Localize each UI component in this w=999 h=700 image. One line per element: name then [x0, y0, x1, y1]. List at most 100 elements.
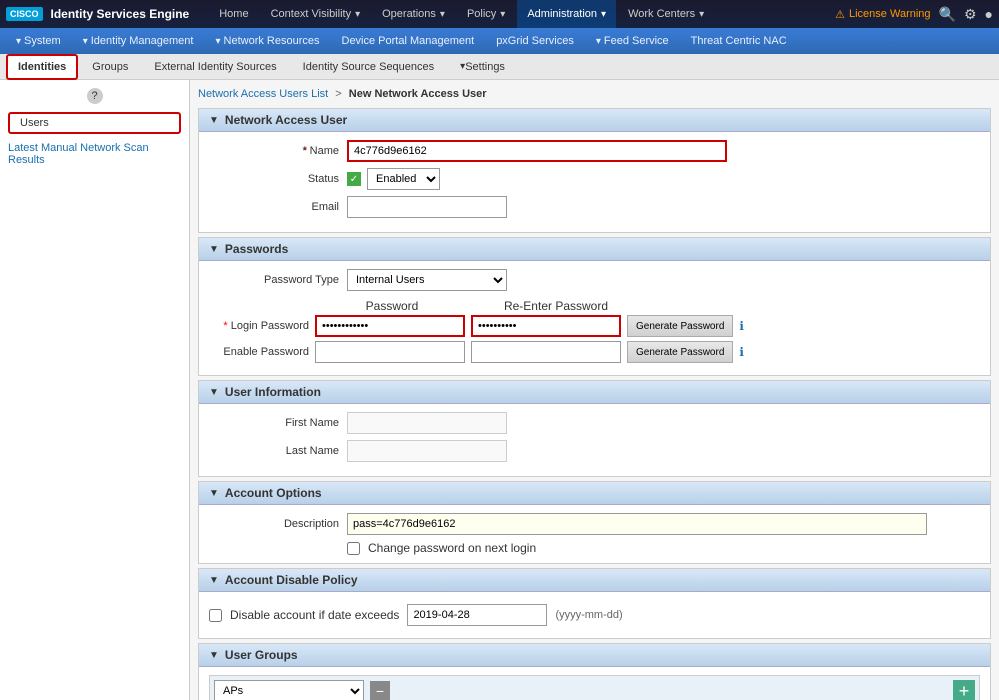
nav-item-administration[interactable]: Administration ▾ [517, 0, 616, 28]
user-groups-title: User Groups [225, 648, 298, 662]
login-password-row: * Login Password Generate Password ℹ [209, 315, 980, 337]
description-label: Description [209, 518, 339, 530]
account-disable-policy-header[interactable]: ▼ Account Disable Policy [199, 569, 990, 592]
account-options-header[interactable]: ▼ Account Options [199, 482, 990, 505]
top-navigation: CISCO Identity Services Engine Home Cont… [0, 0, 999, 28]
change-password-checkbox[interactable] [347, 542, 360, 555]
gear-icon[interactable]: ⚙ [964, 6, 977, 23]
name-label: * * Name [209, 145, 339, 157]
user-groups-collapse-icon: ▼ [209, 650, 219, 661]
nav-item-work-centers[interactable]: Work Centers ▾ [618, 0, 714, 28]
tab-settings[interactable]: ▾ Settings [448, 54, 517, 80]
policy-arrow-icon: ▾ [500, 9, 505, 20]
login-password-reenter-input[interactable] [471, 315, 621, 337]
account-disable-policy-content: Disable account if date exceeds (yyyy-mm… [199, 592, 990, 638]
content-area: Network Access Users List > New Network … [190, 80, 999, 700]
nav-item-context[interactable]: Context Visibility ▾ [261, 0, 371, 28]
enable-password-row: Enable Password Generate Password ℹ [209, 341, 980, 363]
network-user-collapse-icon: ▼ [209, 115, 219, 126]
password-col-label: Password [317, 299, 467, 313]
email-input[interactable] [347, 196, 507, 218]
login-password-input[interactable] [315, 315, 465, 337]
network-access-user-title: Network Access User [225, 113, 347, 127]
workcenters-arrow-icon: ▾ [699, 9, 704, 20]
nav-item-home[interactable]: Home [209, 0, 258, 28]
breadcrumb: Network Access Users List > New Network … [198, 88, 991, 100]
identity-arrow-icon: ▾ [83, 36, 88, 47]
first-name-row: First Name [209, 412, 980, 434]
email-label: Email [209, 201, 339, 213]
description-input[interactable] [347, 513, 927, 535]
users-button[interactable]: Users [8, 112, 181, 134]
tab-external-identity[interactable]: External Identity Sources [142, 54, 288, 80]
disable-account-label: Disable account if date exceeds [230, 608, 399, 622]
nav-item-policy[interactable]: Policy ▾ [457, 0, 515, 28]
status-checkbox-icon[interactable]: ✓ [347, 172, 361, 186]
first-name-input[interactable] [347, 412, 507, 434]
search-icon[interactable]: 🔍 [939, 6, 956, 23]
change-password-label: Change password on next login [368, 541, 536, 555]
groups-remove-button[interactable]: − [370, 681, 390, 700]
passwords-header[interactable]: ▼ Passwords [199, 238, 990, 261]
enable-password-info-icon[interactable]: ℹ [739, 345, 744, 359]
status-label: Status [209, 173, 339, 185]
user-groups-content: APs ALL_ACCOUNTS ActivatedGuest − + [199, 667, 990, 700]
enable-password-reenter-input[interactable] [471, 341, 621, 363]
user-info-collapse-icon: ▼ [209, 387, 219, 398]
user-information-section: ▼ User Information First Name Last Name [198, 380, 991, 477]
nav-item-operations[interactable]: Operations ▾ [372, 0, 455, 28]
breadcrumb-list-link[interactable]: Network Access Users List [198, 88, 328, 100]
tab-identities[interactable]: Identities [6, 54, 78, 80]
tab-groups[interactable]: Groups [80, 54, 140, 80]
passwords-content: Password Type Internal Users Active Dire… [199, 261, 990, 375]
groups-add-button[interactable]: + [953, 680, 975, 700]
account-disable-policy-section: ▼ Account Disable Policy Disable account… [198, 568, 991, 639]
sidebar: ? Users Latest Manual Network Scan Resul… [0, 80, 190, 700]
subnav-system[interactable]: ▾ System [6, 28, 71, 54]
subnav-feed-service[interactable]: ▾ Feed Service [586, 28, 679, 54]
disable-date-input[interactable] [407, 604, 547, 626]
generate-password-login-button[interactable]: Generate Password [627, 315, 733, 337]
main-nav: Home Context Visibility ▾ Operations ▾ P… [209, 0, 835, 28]
enable-password-label: Enable Password [209, 346, 309, 358]
name-input[interactable] [347, 140, 727, 162]
last-name-row: Last Name [209, 440, 980, 462]
network-access-user-section: ▼ Network Access User * * Name Status ✓ [198, 108, 991, 233]
disable-account-row: Disable account if date exceeds (yyyy-mm… [209, 600, 980, 630]
description-row: Description [209, 513, 980, 535]
subnav-pxgrid[interactable]: pxGrid Services [486, 28, 584, 54]
context-arrow-icon: ▾ [355, 9, 360, 20]
groups-select[interactable]: APs ALL_ACCOUNTS ActivatedGuest [214, 680, 364, 700]
enable-password-input[interactable] [315, 341, 465, 363]
help-icon[interactable]: ? [87, 88, 103, 104]
subnav-device-portal[interactable]: Device Portal Management [332, 28, 485, 54]
groups-row: APs ALL_ACCOUNTS ActivatedGuest − + [209, 675, 980, 700]
generate-password-enable-button[interactable]: Generate Password [627, 341, 733, 363]
login-password-label: * Login Password [209, 320, 309, 332]
subnav-threat-centric[interactable]: Threat Centric NAC [681, 28, 797, 54]
tab-identity-sequences[interactable]: Identity Source Sequences [291, 54, 446, 80]
disable-account-checkbox[interactable] [209, 609, 222, 622]
password-type-label: Password Type [209, 274, 339, 286]
operations-arrow-icon: ▾ [440, 9, 445, 20]
subnav-network-resources[interactable]: ▾ Network Resources [205, 28, 329, 54]
network-access-user-header[interactable]: ▼ Network Access User [199, 109, 990, 132]
login-password-info-icon[interactable]: ℹ [739, 319, 744, 333]
first-name-label: First Name [209, 417, 339, 429]
circle-icon[interactable]: ● [985, 6, 993, 22]
change-password-row: Change password on next login [209, 541, 980, 555]
sidebar-help: ? [0, 84, 189, 108]
password-col-headers: Password Re-Enter Password [317, 299, 980, 313]
passwords-title: Passwords [225, 242, 288, 256]
status-select[interactable]: Enabled Disabled [367, 168, 440, 190]
latest-scan-link[interactable]: Latest Manual Network Scan Results [0, 138, 189, 170]
user-information-header[interactable]: ▼ User Information [199, 381, 990, 404]
last-name-label: Last Name [209, 445, 339, 457]
subnav-identity-mgmt[interactable]: ▾ Identity Management [73, 28, 204, 54]
password-type-select[interactable]: Internal Users Active Directory LDAP [347, 269, 507, 291]
last-name-input[interactable] [347, 440, 507, 462]
admin-arrow-icon: ▾ [601, 9, 606, 20]
account-disable-policy-title: Account Disable Policy [225, 573, 358, 587]
user-groups-header[interactable]: ▼ User Groups [199, 644, 990, 667]
user-groups-section: ▼ User Groups APs ALL_ACCOUNTS Activated… [198, 643, 991, 700]
